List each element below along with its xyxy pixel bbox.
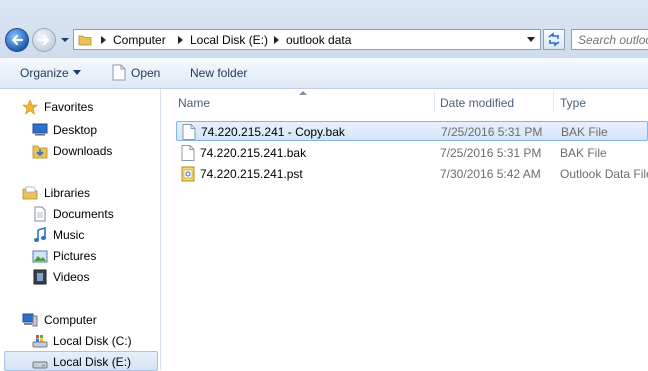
nav-label-pictures: Pictures [53, 249, 97, 263]
file-date: 7/30/2016 5:42 AM [440, 167, 541, 181]
nav-label-desktop: Desktop [53, 123, 98, 137]
blank-file-icon [181, 145, 195, 161]
new-folder-button[interactable]: New folder [190, 66, 247, 80]
organize-button[interactable]: Organize [20, 66, 81, 80]
column-divider[interactable] [553, 91, 554, 113]
document-icon [112, 64, 126, 81]
file-type: BAK File [561, 125, 608, 139]
refresh-icon [548, 32, 560, 47]
search-box[interactable] [571, 29, 648, 50]
nav-label-local-disk-c: Local Disk (C:) [53, 334, 132, 348]
downloads-folder-icon [32, 145, 48, 159]
search-input[interactable] [578, 31, 648, 48]
nav-label-favorites: Favorites [44, 100, 94, 114]
file-date: 7/25/2016 5:31 PM [440, 146, 542, 160]
outlook-data-file-icon [181, 166, 195, 182]
command-bar: Organize Open New folder [0, 58, 648, 89]
nav-label-local-disk-e: Local Disk (E:) [53, 355, 132, 369]
nav-label-downloads: Downloads [53, 144, 113, 158]
arrow-right-icon [37, 34, 50, 46]
arrow-left-icon [11, 34, 24, 46]
address-bar-area: Computer Local Disk (E:) outlook data [0, 0, 648, 59]
file-type: Outlook Data File [560, 167, 648, 181]
blank-file-icon [182, 124, 196, 140]
desktop-icon [32, 123, 48, 136]
address-path[interactable]: Computer Local Disk (E:) outlook data [73, 29, 541, 50]
nav-label-computer: Computer [44, 313, 97, 327]
back-button[interactable] [5, 28, 29, 52]
file-name: 74.220.215.241 - Copy.bak [201, 125, 345, 139]
star-icon [22, 99, 38, 115]
column-divider[interactable] [434, 91, 435, 113]
file-name: 74.220.215.241.pst [200, 167, 303, 181]
file-row[interactable]: 74.220.215.241.pst 7/30/2016 5:42 AM Out… [176, 164, 648, 184]
forward-button[interactable] [32, 28, 56, 52]
breadcrumb-computer[interactable]: Computer [113, 33, 166, 47]
file-name: 74.220.215.241.bak [200, 146, 307, 160]
nav-label-documents: Documents [53, 207, 114, 221]
nav-label-videos: Videos [53, 270, 90, 284]
drive-icon [32, 361, 48, 369]
column-header-type[interactable]: Type [560, 96, 586, 110]
file-type: BAK File [560, 146, 607, 160]
drive-windows-icon [32, 335, 48, 348]
chevron-right-icon[interactable] [101, 36, 106, 44]
open-button[interactable]: Open [131, 66, 160, 80]
nav-label-music: Music [53, 228, 85, 242]
organize-label: Organize [20, 66, 69, 80]
navigation-pane: Favorites Desktop Downloads Libraries Do… [0, 89, 161, 371]
pictures-icon [32, 250, 48, 263]
nav-label-libraries: Libraries [44, 186, 91, 200]
file-date: 7/25/2016 5:31 PM [441, 125, 543, 139]
music-icon [34, 227, 46, 242]
address-dropdown-icon[interactable] [527, 37, 535, 42]
recent-pages-dropdown[interactable] [60, 35, 70, 45]
column-header-row: Name Date modified Type [170, 89, 648, 113]
column-header-date-modified[interactable]: Date modified [440, 96, 514, 110]
breadcrumb-local-disk-e[interactable]: Local Disk (E:) [190, 33, 268, 47]
computer-icon [22, 313, 38, 327]
column-header-name[interactable]: Name [178, 96, 210, 110]
file-row[interactable]: 74.220.215.241.bak 7/25/2016 5:31 PM BAK… [176, 143, 648, 163]
refresh-button[interactable] [543, 29, 565, 50]
chevron-down-icon [72, 70, 81, 75]
chevron-right-icon[interactable] [178, 36, 183, 44]
videos-icon [33, 269, 47, 285]
breadcrumb-outlook-data[interactable]: outlook data [286, 33, 351, 47]
documents-icon [34, 206, 46, 222]
folder-icon [78, 35, 92, 46]
chevron-right-icon[interactable] [274, 36, 279, 44]
libraries-icon [22, 186, 38, 200]
file-row[interactable]: 74.220.215.241 - Copy.bak 7/25/2016 5:31… [176, 121, 648, 141]
